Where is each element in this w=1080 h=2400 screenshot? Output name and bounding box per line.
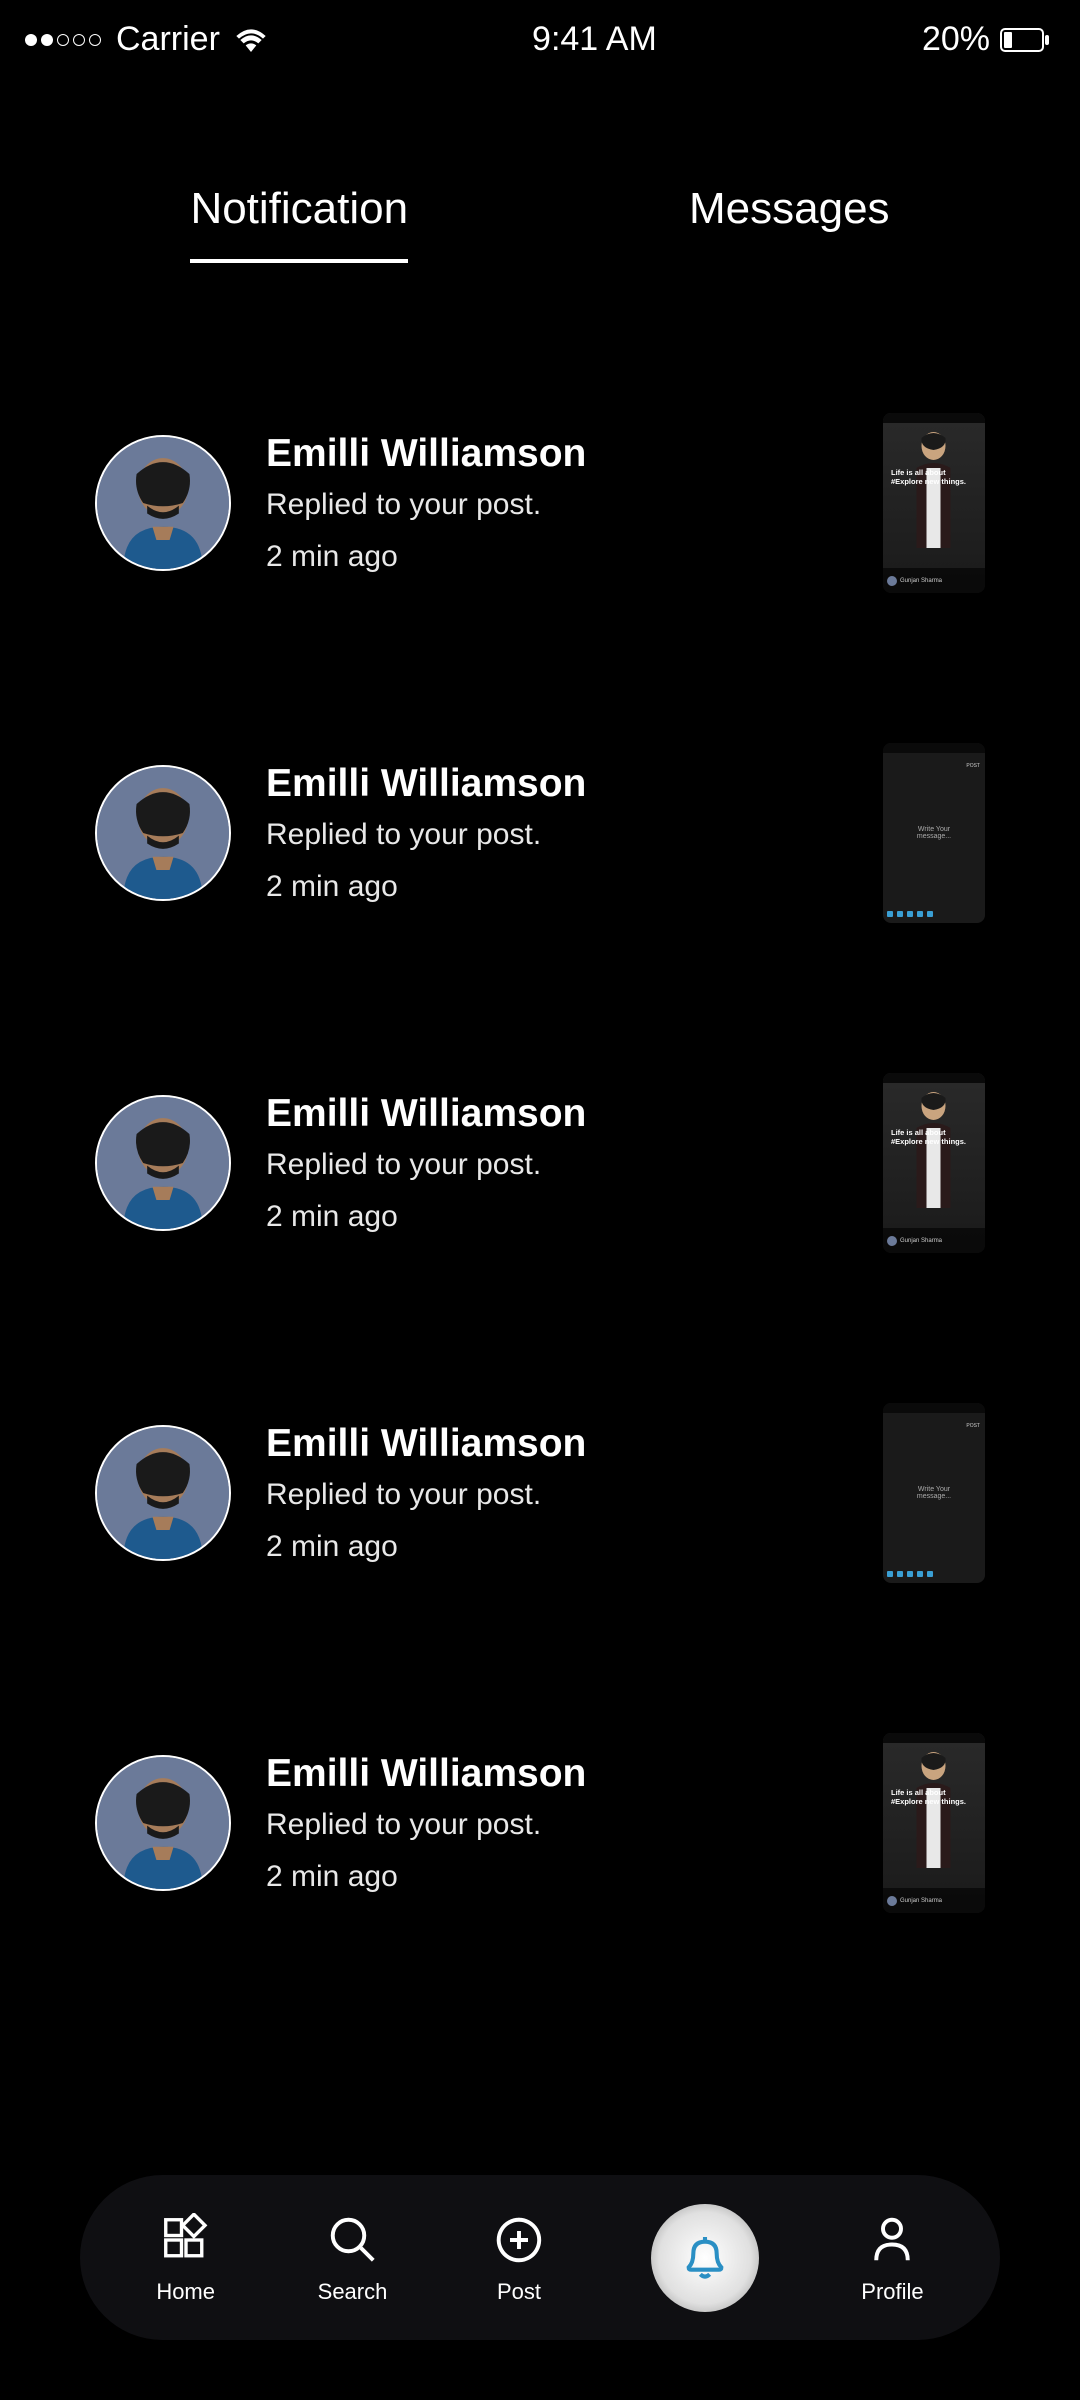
notification-content: Emilli Williamson Replied to your post. … bbox=[266, 1092, 848, 1234]
thumbnail-text: Write Your message... bbox=[909, 1486, 960, 1500]
notification-content: Emilli Williamson Replied to your post. … bbox=[266, 432, 848, 574]
notification-time: 2 min ago bbox=[266, 1200, 848, 1234]
avatar[interactable] bbox=[95, 1095, 231, 1231]
notification-list: Emilli Williamson Replied to your post. … bbox=[0, 413, 1080, 1913]
tab-bar: Notification Messages bbox=[0, 184, 1080, 263]
avatar[interactable] bbox=[95, 1755, 231, 1891]
notification-name: Emilli Williamson bbox=[266, 762, 848, 806]
bell-icon bbox=[676, 2229, 734, 2287]
notification-item[interactable]: Emilli Williamson Replied to your post. … bbox=[95, 1733, 985, 1913]
notification-time: 2 min ago bbox=[266, 870, 848, 904]
notification-item[interactable]: Emilli Williamson Replied to your post. … bbox=[95, 743, 985, 923]
notification-content: Emilli Williamson Replied to your post. … bbox=[266, 1422, 848, 1564]
notification-thumbnail[interactable]: Life is all about #Explore new things. G… bbox=[883, 413, 985, 593]
notification-action: Replied to your post. bbox=[266, 818, 848, 852]
battery-icon bbox=[1000, 28, 1050, 52]
nav-label: Profile bbox=[861, 2279, 923, 2305]
notification-item[interactable]: Emilli Williamson Replied to your post. … bbox=[95, 1073, 985, 1253]
notification-thumbnail[interactable]: Life is all about #Explore new things. G… bbox=[883, 1073, 985, 1253]
notification-thumbnail[interactable]: Life is all about #Explore new things. G… bbox=[883, 1733, 985, 1913]
nav-home[interactable]: Home bbox=[156, 2211, 215, 2305]
battery-percent: 20% bbox=[922, 20, 990, 59]
notification-action: Replied to your post. bbox=[266, 1478, 848, 1512]
nav-notifications[interactable] bbox=[651, 2204, 759, 2312]
status-left: Carrier bbox=[25, 20, 267, 59]
nav-label: Post bbox=[497, 2279, 541, 2305]
nav-post[interactable]: Post bbox=[490, 2211, 548, 2305]
thumbnail-text: Life is all about #Explore new things. bbox=[891, 1128, 977, 1146]
thumbnail-author: Gunjan Sharma bbox=[900, 1238, 942, 1244]
thumbnail-post-label: POST bbox=[966, 1423, 980, 1429]
notification-time: 2 min ago bbox=[266, 1860, 848, 1894]
nav-label: Search bbox=[318, 2279, 388, 2305]
nav-search[interactable]: Search bbox=[318, 2211, 388, 2305]
status-time: 9:41 AM bbox=[532, 20, 657, 59]
notification-content: Emilli Williamson Replied to your post. … bbox=[266, 1752, 848, 1894]
avatar[interactable] bbox=[95, 1425, 231, 1561]
profile-icon bbox=[863, 2211, 921, 2269]
status-bar: Carrier 9:41 AM 20% bbox=[0, 0, 1080, 74]
status-right: 20% bbox=[922, 20, 1050, 59]
notification-action: Replied to your post. bbox=[266, 488, 848, 522]
notification-time: 2 min ago bbox=[266, 1530, 848, 1564]
thumbnail-text: Life is all about #Explore new things. bbox=[891, 468, 977, 486]
signal-strength-icon bbox=[25, 34, 101, 46]
plus-circle-icon bbox=[490, 2211, 548, 2269]
notification-thumbnail[interactable]: POST Write Your message... bbox=[883, 1403, 985, 1583]
thumbnail-text: Write Your message... bbox=[909, 826, 960, 840]
thumbnail-post-label: POST bbox=[966, 763, 980, 769]
nav-label: Home bbox=[156, 2279, 215, 2305]
notification-name: Emilli Williamson bbox=[266, 1752, 848, 1796]
notification-action: Replied to your post. bbox=[266, 1148, 848, 1182]
thumbnail-author: Gunjan Sharma bbox=[900, 1898, 942, 1904]
notification-content: Emilli Williamson Replied to your post. … bbox=[266, 762, 848, 904]
tab-notification[interactable]: Notification bbox=[190, 184, 408, 263]
home-icon bbox=[157, 2211, 215, 2269]
bottom-nav-bar: Home Search Post bbox=[80, 2175, 1000, 2340]
notification-action: Replied to your post. bbox=[266, 1808, 848, 1842]
thumbnail-author: Gunjan Sharma bbox=[900, 578, 942, 584]
notification-thumbnail[interactable]: POST Write Your message... bbox=[883, 743, 985, 923]
notification-item[interactable]: Emilli Williamson Replied to your post. … bbox=[95, 413, 985, 593]
notification-name: Emilli Williamson bbox=[266, 1422, 848, 1466]
search-icon bbox=[324, 2211, 382, 2269]
nav-profile[interactable]: Profile bbox=[861, 2211, 923, 2305]
tab-messages[interactable]: Messages bbox=[689, 184, 890, 263]
notification-name: Emilli Williamson bbox=[266, 1092, 848, 1136]
notification-time: 2 min ago bbox=[266, 540, 848, 574]
avatar[interactable] bbox=[95, 765, 231, 901]
wifi-icon bbox=[235, 28, 267, 52]
avatar[interactable] bbox=[95, 435, 231, 571]
notification-name: Emilli Williamson bbox=[266, 432, 848, 476]
notification-item[interactable]: Emilli Williamson Replied to your post. … bbox=[95, 1403, 985, 1583]
carrier-label: Carrier bbox=[116, 20, 220, 59]
thumbnail-text: Life is all about #Explore new things. bbox=[891, 1788, 977, 1806]
